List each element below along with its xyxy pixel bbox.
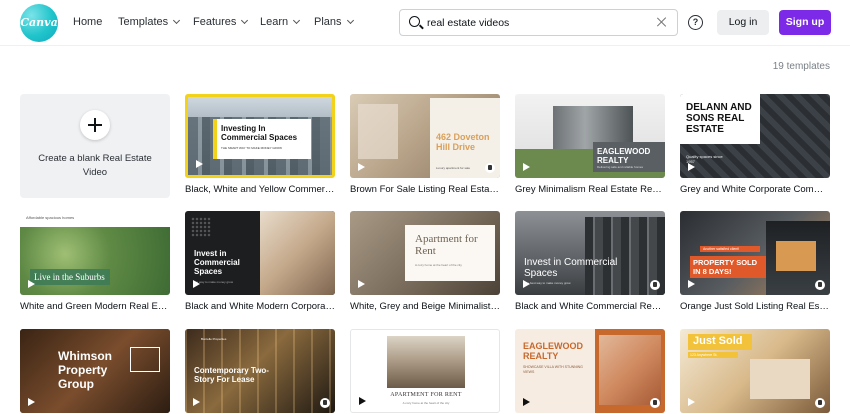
play-icon[interactable]	[25, 395, 39, 409]
play-icon[interactable]	[520, 160, 534, 174]
thumb-overlay-text: DELANN AND SONS REAL ESTATE	[686, 102, 752, 135]
login-button[interactable]: Log in	[717, 10, 769, 35]
clear-search-icon[interactable]	[656, 16, 668, 28]
search-bar	[399, 9, 678, 36]
template-title[interactable]: White, Grey and Beige Minimalist Real Es…	[350, 301, 500, 312]
play-icon[interactable]	[685, 395, 699, 409]
paid-icon	[815, 280, 825, 290]
play-icon[interactable]	[25, 277, 39, 291]
plus-icon	[80, 110, 110, 140]
signup-button[interactable]: Sign up	[779, 10, 831, 35]
template-thumbnail[interactable]: Borcelle Properties Contemporary Two-Sto…	[185, 329, 335, 413]
play-icon[interactable]	[190, 277, 204, 291]
play-icon[interactable]	[355, 277, 369, 291]
template-thumbnail[interactable]: Apartment for Rent A cozy home at the he…	[350, 211, 500, 295]
thumb-overlay-text: PROPERTY SOLD IN 8 DAYS!	[690, 256, 766, 278]
thumb-overlay-text: Invest in Commercial Spaces	[194, 249, 240, 276]
play-icon[interactable]	[685, 277, 699, 291]
template-thumbnail[interactable]: Just Sold 123 Anywhere St.	[680, 329, 830, 413]
top-navbar: Canva Home Templates Features Learn Plan…	[0, 0, 850, 46]
template-thumbnail[interactable]: DELANN AND SONS REAL ESTATE Quality spac…	[680, 94, 830, 178]
thumb-sub-text: Affordable spacious homes	[26, 215, 75, 220]
create-blank-label: Create a blank Real Estate Video	[38, 153, 152, 178]
template-title[interactable]: Grey and White Corporate Commercial Real…	[680, 184, 830, 195]
template-thumbnail[interactable]: Invest in Commercial Spaces The best way…	[515, 211, 665, 295]
template-thumbnail[interactable]: EAGLEWOOD REALTY SHOWCASE VILLA WITH STU…	[515, 329, 665, 413]
thumb-sub-text: Another satisfied client!	[700, 246, 760, 252]
logo-text: Canva	[20, 16, 58, 29]
template-thumbnail[interactable]: 462 Doveton Hill Drive Luxury apartment …	[350, 94, 500, 178]
play-icon[interactable]	[520, 395, 534, 409]
paid-icon	[815, 398, 825, 408]
paid-icon	[650, 398, 660, 408]
thumb-sub-text: THE SMART WAY TO MAKE MONEY GROW	[221, 146, 283, 150]
create-blank-card[interactable]: Create a blank Real Estate Video	[20, 94, 170, 198]
paid-icon	[650, 280, 660, 290]
results-count: 19 templates	[772, 61, 830, 72]
nav-learn[interactable]: Learn	[260, 16, 301, 28]
chevron-down-icon	[293, 16, 301, 25]
chevron-down-icon	[346, 16, 354, 25]
thumb-sub-text: Borcelle Properties	[201, 337, 227, 341]
template-thumbnail[interactable]: Another satisfied client! PROPERTY SOLD …	[680, 211, 830, 295]
play-icon[interactable]	[520, 277, 534, 291]
template-thumbnail[interactable]: Investing In Commercial Spaces THE SMART…	[185, 94, 335, 178]
template-title[interactable]: Black and White Modern Corporate Real Es…	[185, 301, 335, 312]
thumb-sub-text: 123 Anywhere St.	[688, 352, 738, 358]
template-thumbnail[interactable]: Affordable spacious homes Live in the Su…	[20, 211, 170, 295]
thumb-sub-text: SHOWCASE VILLA WITH STUNNING VIEWS	[523, 365, 583, 374]
template-title[interactable]: White and Green Modern Real Estate Video	[20, 301, 170, 312]
chevron-down-icon	[241, 16, 249, 25]
thumb-sub-text: A cozy home at the heart of the city	[402, 401, 450, 405]
nav-home[interactable]: Home	[73, 16, 102, 28]
nav-features[interactable]: Features	[193, 16, 249, 28]
paid-icon	[485, 163, 495, 173]
template-thumbnail[interactable]: Whimson Property Group	[20, 329, 170, 413]
thumb-overlay-text: Contemporary Two-Story For Lease	[194, 366, 269, 384]
thumb-overlay-text: Whimson Property Group	[58, 349, 112, 391]
template-thumbnail[interactable]: EAGLEWOOD REALTY Delivering safe and rel…	[515, 94, 665, 178]
thumb-overlay-text: Investing In Commercial Spaces	[221, 124, 298, 142]
thumb-sub-text: The best way to make money grow	[524, 281, 571, 285]
play-icon[interactable]	[190, 395, 204, 409]
thumb-overlay-text: APARTMENT FOR RENT	[390, 392, 462, 398]
template-title[interactable]: Grey Minimalism Real Estate Residential …	[515, 184, 665, 195]
thumb-overlay-text: 462 Doveton Hill Drive	[436, 132, 490, 152]
paid-icon	[320, 398, 330, 408]
template-title[interactable]: Orange Just Sold Listing Real Estate Vid…	[680, 301, 830, 312]
nav-plans[interactable]: Plans	[314, 16, 354, 28]
template-thumbnail[interactable]: Invest in Commercial Spaces the way to m…	[185, 211, 335, 295]
thumb-sub-text: A cozy home at the heart of the city	[415, 263, 462, 267]
template-title[interactable]: Black, White and Yellow Commercial Space…	[185, 184, 335, 195]
template-thumbnail[interactable]: APARTMENT FOR RENT A cozy home at the he…	[350, 329, 500, 413]
search-icon	[409, 16, 420, 27]
canva-logo[interactable]: Canva	[20, 4, 58, 42]
nav-templates[interactable]: Templates	[118, 16, 181, 28]
template-title[interactable]: Black and White Commercial Real Estate V…	[515, 301, 665, 312]
thumb-overlay-text: Invest in Commercial Spaces	[524, 257, 618, 279]
thumb-overlay-text: EAGLEWOOD REALTY	[523, 341, 583, 361]
play-icon[interactable]	[355, 160, 369, 174]
thumb-overlay-text: Just Sold	[693, 335, 743, 347]
template-title[interactable]: Brown For Sale Listing Real Estate Video	[350, 184, 500, 195]
chevron-down-icon	[173, 16, 181, 25]
thumb-overlay-text: Live in the Suburbs	[34, 272, 105, 282]
play-icon[interactable]	[685, 160, 699, 174]
search-input[interactable]	[427, 13, 647, 32]
help-icon[interactable]: ?	[688, 15, 703, 30]
play-icon[interactable]	[193, 157, 207, 171]
thumb-overlay-text: Apartment for Rent	[415, 233, 478, 257]
thumb-overlay-text: EAGLEWOOD REALTY	[597, 147, 651, 165]
thumb-sub-text: Delivering safe and reliable homes	[597, 165, 644, 169]
play-icon[interactable]	[356, 394, 370, 408]
